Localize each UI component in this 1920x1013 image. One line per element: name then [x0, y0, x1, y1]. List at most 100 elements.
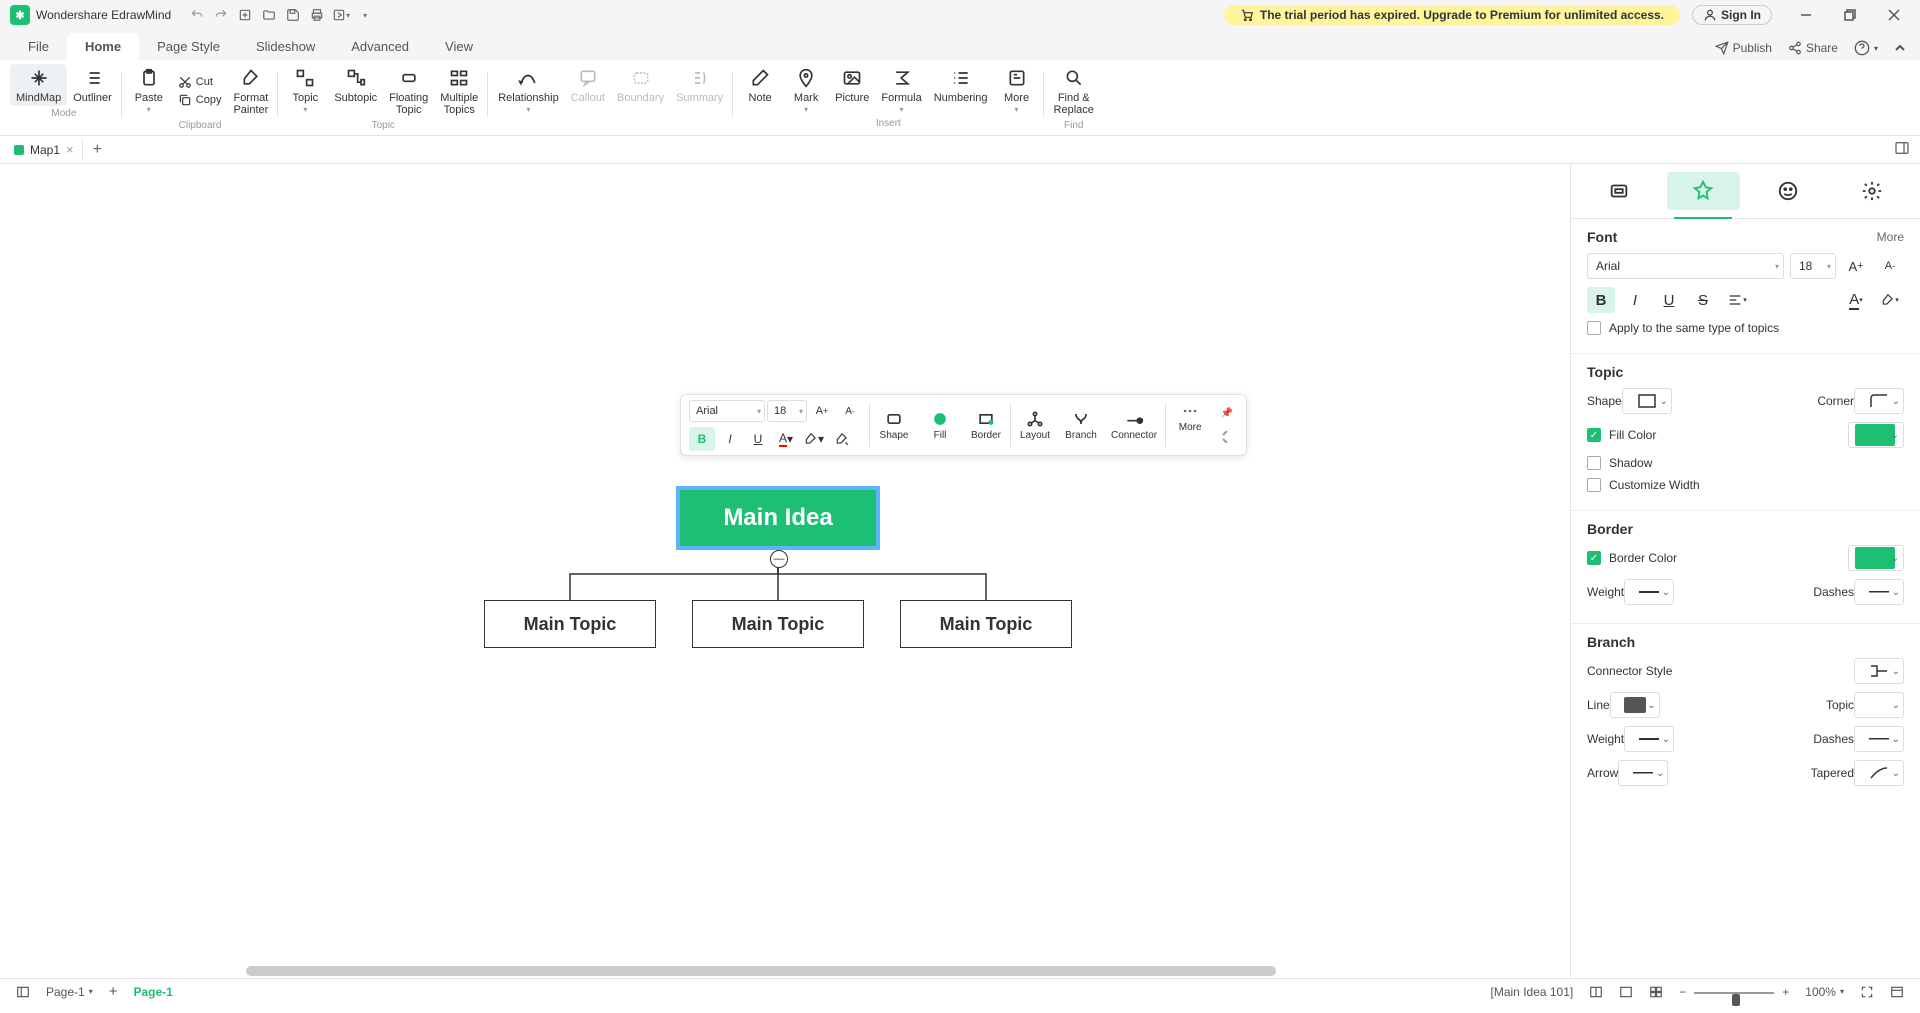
float-connector-button[interactable]: Connector [1105, 407, 1163, 443]
customize-width-checkbox[interactable] [1587, 478, 1601, 492]
font-family-select[interactable]: Arial [1587, 253, 1784, 279]
shadow-checkbox[interactable] [1587, 456, 1601, 470]
tab-file[interactable]: File [10, 33, 67, 60]
view-single-button[interactable] [1611, 985, 1641, 999]
tab-view[interactable]: View [427, 33, 491, 60]
highlight-button[interactable]: ▾ [1876, 287, 1904, 313]
float-bold-button[interactable]: B [689, 427, 715, 451]
signin-button[interactable]: Sign In [1692, 5, 1772, 25]
format-painter-button[interactable]: Format Painter [227, 64, 274, 118]
underline-button[interactable]: U [1655, 287, 1683, 313]
panel-tab-icons[interactable] [1752, 172, 1824, 210]
collapse-node-button[interactable]: — [770, 550, 788, 568]
insert-more-button[interactable]: More▾ [994, 64, 1040, 116]
minimize-button[interactable] [1784, 0, 1828, 30]
float-expand-button[interactable] [1214, 425, 1240, 449]
outliner-mode-button[interactable]: Outliner [67, 64, 118, 106]
topic-node-2[interactable]: Main Topic [692, 600, 864, 648]
italic-button[interactable]: I [1621, 287, 1649, 313]
float-underline-button[interactable]: U [745, 427, 771, 451]
add-doc-button[interactable]: + [83, 137, 112, 163]
help-button[interactable]: ▾ [1854, 40, 1878, 56]
floating-topic-button[interactable]: Floating Topic [383, 64, 434, 118]
connector-style-select[interactable] [1854, 658, 1904, 684]
publish-button[interactable]: Publish [1715, 41, 1772, 55]
line-color-select[interactable] [1610, 692, 1660, 718]
topic-node-3[interactable]: Main Topic [900, 600, 1072, 648]
border-color-checkbox[interactable]: ✓ [1587, 551, 1601, 565]
new-file-button[interactable] [233, 3, 257, 27]
multiple-topics-button[interactable]: Multiple Topics [434, 64, 484, 118]
float-border-button[interactable]: Border [964, 407, 1008, 443]
collapse-ribbon-button[interactable] [1894, 42, 1906, 54]
paste-button[interactable]: Paste▾ [126, 64, 172, 118]
float-grow-font-button[interactable]: A+ [809, 399, 835, 423]
shape-select[interactable] [1622, 388, 1672, 414]
float-clear-format-button[interactable] [829, 427, 855, 451]
copy-button[interactable]: Copy [172, 91, 228, 109]
save-button[interactable] [281, 3, 305, 27]
panel-tab-style[interactable] [1583, 172, 1655, 210]
tab-page-style[interactable]: Page Style [139, 33, 238, 60]
note-button[interactable]: Note [737, 64, 783, 116]
trial-banner[interactable]: The trial period has expired. Upgrade to… [1224, 5, 1680, 25]
page-tab[interactable]: Page-1 [125, 985, 180, 999]
fill-color-select[interactable] [1848, 422, 1904, 448]
fill-color-checkbox[interactable]: ✓ [1587, 428, 1601, 442]
fit-page-button[interactable] [1852, 985, 1882, 999]
maximize-button[interactable] [1828, 0, 1872, 30]
close-doc-button[interactable]: × [66, 142, 74, 157]
zoom-out-button[interactable]: − [1671, 985, 1694, 999]
float-branch-button[interactable]: Branch [1059, 407, 1103, 443]
mark-button[interactable]: Mark▾ [783, 64, 829, 116]
float-layout-button[interactable]: Layout [1013, 407, 1057, 443]
branch-weight-select[interactable] [1624, 726, 1674, 752]
font-size-select[interactable]: 18 [1790, 253, 1836, 279]
outline-view-button[interactable] [8, 985, 38, 999]
more-qat-button[interactable]: ▾ [353, 3, 377, 27]
doc-tab-map1[interactable]: Map1 × [4, 138, 83, 161]
float-fill-button[interactable]: Fill [918, 407, 962, 443]
fullscreen-button[interactable] [1882, 985, 1912, 999]
tab-home[interactable]: Home [67, 33, 139, 60]
float-shape-button[interactable]: Shape [872, 407, 916, 443]
float-font-select[interactable]: Arial [689, 400, 765, 422]
branch-dashes-select[interactable] [1854, 726, 1904, 752]
float-shrink-font-button[interactable]: A- [837, 399, 863, 423]
panel-toggle-button[interactable] [1884, 136, 1920, 163]
font-more-button[interactable]: More [1877, 230, 1904, 244]
branch-topic-select[interactable] [1854, 692, 1904, 718]
align-button[interactable]: ▾ [1723, 287, 1751, 313]
panel-tab-format[interactable] [1667, 172, 1739, 210]
zoom-value[interactable]: 100% ▾ [1797, 985, 1852, 999]
strike-button[interactable]: S [1689, 287, 1717, 313]
tab-slideshow[interactable]: Slideshow [238, 33, 333, 60]
corner-select[interactable] [1854, 388, 1904, 414]
picture-button[interactable]: Picture [829, 64, 875, 116]
open-file-button[interactable] [257, 3, 281, 27]
float-size-select[interactable]: 18 [767, 400, 807, 422]
arrow-select[interactable] [1618, 760, 1668, 786]
cut-button[interactable]: Cut [172, 73, 228, 91]
topic-node-1[interactable]: Main Topic [484, 600, 656, 648]
view-split-button[interactable] [1581, 985, 1611, 999]
add-page-button[interactable]: + [101, 983, 126, 1000]
tapered-select[interactable] [1854, 760, 1904, 786]
find-replace-button[interactable]: Find & Replace [1048, 64, 1100, 118]
tab-advanced[interactable]: Advanced [333, 33, 427, 60]
relationship-button[interactable]: Relationship▾ [492, 64, 565, 116]
shrink-font-button[interactable]: A- [1876, 253, 1904, 279]
subtopic-button[interactable]: Subtopic [328, 64, 383, 118]
float-fontcolor-button[interactable]: A ▾ [773, 427, 799, 451]
apply-same-checkbox[interactable] [1587, 321, 1601, 335]
topic-button[interactable]: Topic▾ [282, 64, 328, 118]
border-weight-select[interactable] [1624, 579, 1674, 605]
border-dashes-select[interactable] [1854, 579, 1904, 605]
close-window-button[interactable] [1872, 0, 1916, 30]
share-button[interactable]: Share [1788, 41, 1838, 55]
float-highlight-button[interactable]: ▾ [801, 427, 827, 451]
formula-button[interactable]: Formula▾ [875, 64, 927, 116]
panel-tab-settings[interactable] [1836, 172, 1908, 210]
float-more-button[interactable]: More [1168, 399, 1212, 451]
canvas-scrollbar[interactable] [0, 964, 1210, 978]
